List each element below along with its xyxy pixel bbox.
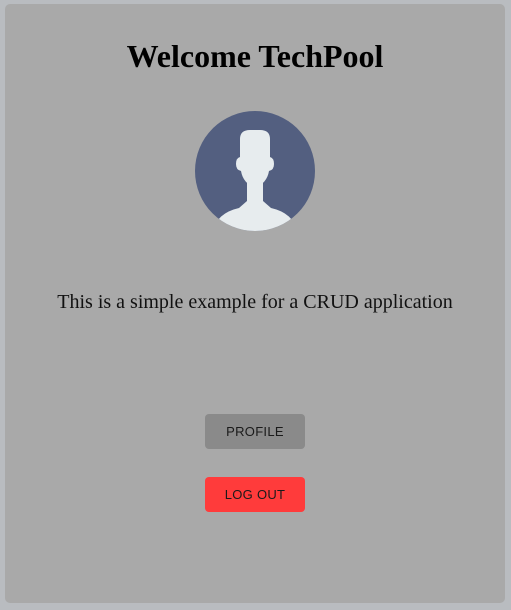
- user-avatar-icon: [195, 111, 315, 231]
- page-title: Welcome TechPool: [126, 38, 384, 74]
- app-description: This is a simple example for a CRUD appl…: [57, 291, 453, 313]
- welcome-card: Welcome TechPool This is a simple exampl…: [5, 4, 505, 603]
- logout-button[interactable]: LOG OUT: [205, 477, 305, 512]
- profile-button[interactable]: PROFILE: [205, 414, 305, 449]
